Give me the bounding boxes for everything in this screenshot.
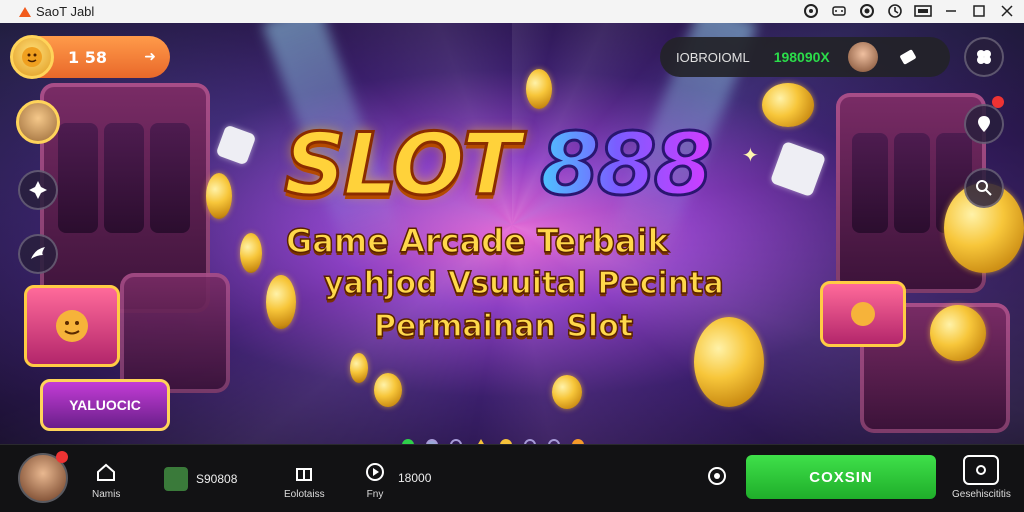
notification-badge: [56, 451, 68, 463]
window-title: SaoT Jabl: [36, 4, 95, 19]
clover-icon: [977, 50, 991, 64]
nav-rewards-label: Eolotaiss: [284, 489, 325, 500]
stat-coins: S90808: [164, 467, 237, 491]
notification-button[interactable]: [964, 104, 1004, 144]
bottom-nav-bar: Namis S90808 Eolotaiss Fny 18000 COXSIN …: [0, 444, 1024, 512]
ticket-icon[interactable]: [888, 37, 928, 77]
account-id: IOBROIOML: [676, 49, 750, 65]
coin: [350, 353, 368, 383]
machine-sign-left: [24, 285, 120, 367]
profile-level: 1 58: [68, 47, 107, 67]
chevron-right-icon: ➜: [144, 49, 156, 65]
maximize-icon[interactable]: [970, 2, 988, 20]
nav-camera-label: Gesehiscititis: [952, 489, 1011, 500]
machine-sign-label: YALUOCIC: [69, 397, 141, 413]
game-banner[interactable]: YALUOCIC SLOT 888 ✦ Game Arcade Terbaik …: [0, 23, 1024, 444]
close-icon[interactable]: [998, 2, 1016, 20]
history-icon[interactable]: [886, 2, 904, 20]
coin: [694, 317, 764, 407]
nav-rewards[interactable]: Eolotaiss: [284, 459, 325, 500]
support-icon: [704, 463, 730, 489]
gift-icon: [291, 459, 317, 485]
balance-pill[interactable]: IOBROIOML 198090X: [660, 37, 950, 77]
character-icon: [164, 467, 188, 491]
game-logo: SLOT 888: [282, 114, 754, 225]
app-icon: [19, 6, 31, 17]
machine-sign-yaluocic: YALUOCIC: [40, 379, 170, 431]
camera-icon: [963, 455, 1000, 485]
stat-coins-value: S90808: [196, 472, 238, 486]
sound-button[interactable]: [18, 234, 58, 274]
search-button[interactable]: [964, 168, 1004, 208]
nav-home-label: Namis: [92, 489, 121, 500]
profile-avatar[interactable]: [10, 35, 54, 79]
machine-sign-right: [820, 281, 906, 347]
logo-number-text: 888: [539, 114, 716, 217]
nav-play[interactable]: Fny: [362, 459, 388, 500]
logo-slot-text: SLOT: [282, 114, 521, 217]
balance-amount: 198090X: [773, 49, 830, 65]
spin-icon: [29, 181, 47, 199]
window-titlebar: SaoT Jabl: [0, 0, 1024, 23]
coin: [266, 275, 296, 329]
notification-badge: [992, 96, 1004, 108]
coin: [930, 305, 986, 361]
coin: [526, 69, 552, 109]
nav-home[interactable]: Namis: [92, 459, 120, 500]
sparkle-icon: ✦: [742, 143, 759, 167]
screen-icon[interactable]: [914, 2, 932, 20]
record-icon[interactable]: [802, 2, 820, 20]
tagline-line-3: Permainan Slot: [373, 308, 634, 345]
spin-button[interactable]: [18, 170, 58, 210]
coin: [374, 373, 402, 407]
stat-points: 18000: [398, 471, 431, 485]
tagline-line-1: Game Arcade Terbaik: [285, 221, 669, 261]
nav-camera[interactable]: Gesehiscititis: [952, 455, 1011, 500]
coin: [762, 83, 814, 127]
profile-level-pill[interactable]: 1 58 ➜: [10, 35, 170, 79]
arcade-cabinet-left: [120, 273, 230, 393]
settings-button[interactable]: [964, 37, 1004, 77]
search-icon: [976, 180, 992, 196]
support-button[interactable]: [704, 463, 730, 493]
player-avatar[interactable]: [847, 42, 878, 72]
stat-points-value: 18000: [398, 471, 432, 485]
friend-avatar[interactable]: [16, 100, 60, 144]
coin: [552, 375, 582, 409]
cta-button[interactable]: COXSIN: [746, 455, 936, 499]
nav-play-label: Fny: [366, 489, 384, 500]
coin: [240, 233, 262, 273]
play-icon: [362, 459, 388, 485]
bird-icon: [31, 247, 45, 259]
location-pin-icon: [978, 116, 990, 132]
home-icon: [93, 459, 119, 485]
coin: [206, 173, 232, 219]
minimize-icon[interactable]: [942, 2, 960, 20]
tagline-line-2: yahjod Vsuuital Pecinta: [323, 265, 724, 302]
settings-icon[interactable]: [858, 2, 876, 20]
gamepad-icon[interactable]: [830, 2, 848, 20]
